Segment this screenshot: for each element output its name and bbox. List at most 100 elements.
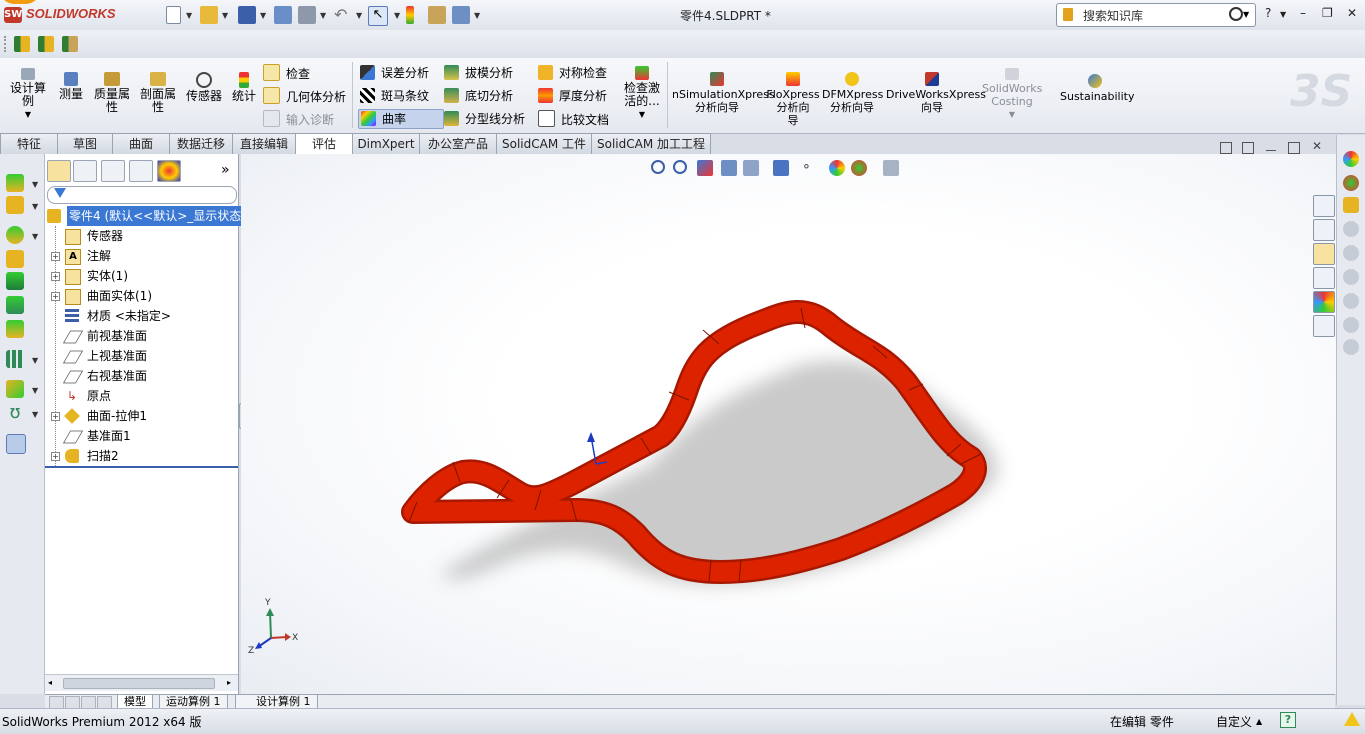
- tab-solidcam-part[interactable]: SolidCAM 工件: [496, 133, 592, 154]
- section-properties-button[interactable]: 剖面属 性: [138, 72, 178, 114]
- curves-icon[interactable]: ʊ: [6, 404, 24, 422]
- pane-icon-9[interactable]: [1343, 339, 1359, 355]
- solidworks-resources-icon[interactable]: [1313, 195, 1335, 217]
- undo-icon[interactable]: ↶: [334, 6, 352, 24]
- pane-icon-6[interactable]: [1343, 269, 1359, 285]
- viewport-minimize-icon[interactable]: [1266, 150, 1276, 151]
- search-box[interactable]: 搜索知识库 ▼: [1056, 3, 1256, 27]
- quick-tips-icon[interactable]: ?: [1280, 712, 1296, 728]
- study-icon-1[interactable]: [14, 36, 30, 52]
- floxpress-button[interactable]: FloXpress 分析向 导: [766, 72, 820, 127]
- select-dropdown-icon[interactable]: ▼: [394, 11, 400, 20]
- featuremanager-tree-tab-icon[interactable]: [47, 160, 71, 182]
- boundary-icon[interactable]: [6, 272, 24, 290]
- tree-filter-input[interactable]: [47, 186, 237, 204]
- rebuild-warning-icon[interactable]: [1344, 712, 1360, 726]
- dropdown-icon[interactable]: ▼: [32, 410, 38, 419]
- viewport-restore-icon[interactable]: [1288, 142, 1300, 154]
- help-button[interactable]: ?: [1265, 6, 1271, 20]
- expand-icon[interactable]: +: [51, 452, 60, 461]
- open-folder-icon[interactable]: [200, 6, 218, 24]
- tab-motion-study-1[interactable]: 运动算例 1: [159, 695, 228, 709]
- draft-analysis-button[interactable]: 拔模分析: [444, 64, 513, 82]
- displaymanager-tab-icon[interactable]: [157, 160, 181, 182]
- tab-direct-editing[interactable]: 直接编辑: [232, 133, 296, 154]
- restore-button[interactable]: ❐: [1322, 6, 1333, 20]
- save-icon[interactable]: [238, 6, 256, 24]
- split-icon[interactable]: [1242, 142, 1254, 154]
- tab-model[interactable]: 模型: [117, 695, 153, 709]
- curvature-button[interactable]: 曲率: [358, 109, 444, 129]
- tab-sketch[interactable]: 草图: [57, 133, 113, 154]
- parting-line-analysis-button[interactable]: 分型线分析: [444, 110, 525, 128]
- search-icon[interactable]: [1229, 7, 1243, 21]
- simulationxpress-button[interactable]: nSimulationXpress 分析向导: [672, 72, 775, 114]
- instant3d-icon[interactable]: [6, 434, 26, 454]
- zebra-stripes-button[interactable]: 斑马条纹: [360, 87, 429, 105]
- close-button[interactable]: ✕: [1347, 6, 1357, 20]
- view-palette-icon[interactable]: [1313, 267, 1335, 289]
- design-study-button[interactable]: 设计算 例 ▼: [6, 68, 50, 121]
- undo-dropdown-icon[interactable]: ▼: [356, 11, 362, 20]
- save-dropdown-icon[interactable]: ▼: [260, 11, 266, 20]
- custom-properties-icon[interactable]: [1313, 315, 1335, 337]
- undercut-analysis-button[interactable]: 底切分析: [444, 87, 513, 105]
- expand-icon[interactable]: +: [51, 272, 60, 281]
- decals-icon[interactable]: [1343, 197, 1359, 213]
- appearances-scenes-icon[interactable]: [1313, 291, 1335, 313]
- mass-properties-button[interactable]: 质量属 性: [92, 72, 132, 114]
- statistics-button[interactable]: 统计: [230, 72, 258, 103]
- select-arrow-icon[interactable]: ↖: [368, 6, 388, 26]
- fillet-icon[interactable]: [6, 226, 24, 244]
- tab-design-study-1[interactable]: 设计算例 1: [235, 695, 318, 709]
- loft-icon[interactable]: [6, 250, 24, 268]
- driveworksxpress-button[interactable]: DriveWorksXpress 向导: [886, 72, 986, 114]
- printer-icon[interactable]: [298, 6, 316, 24]
- scroll-left-icon[interactable]: ◂: [48, 678, 52, 687]
- pattern-icon[interactable]: [6, 350, 24, 368]
- tab-features[interactable]: 特征: [0, 133, 58, 154]
- print-icon[interactable]: [274, 6, 292, 24]
- tab-evaluate[interactable]: 评估: [295, 133, 353, 155]
- tab-dimxpert[interactable]: DimXpert: [352, 133, 420, 154]
- pane-icon-8[interactable]: [1343, 317, 1359, 333]
- tab-office-products[interactable]: 办公室产品: [419, 133, 497, 154]
- geometry-analysis-button[interactable]: 几何体分析: [263, 87, 346, 105]
- scroll-thumb[interactable]: [63, 678, 215, 689]
- minimize-button[interactable]: –: [1300, 6, 1306, 20]
- reference-geometry-icon[interactable]: [6, 380, 24, 398]
- open-dropdown-icon[interactable]: ▼: [222, 11, 228, 20]
- viewport-close-icon[interactable]: ✕: [1312, 139, 1322, 153]
- pane-icon-5[interactable]: [1343, 245, 1359, 261]
- thicken-icon[interactable]: [6, 320, 24, 338]
- toolbar-grip[interactable]: [4, 36, 8, 52]
- unit-dropdown-icon[interactable]: ▲: [1256, 717, 1262, 726]
- expand-icon[interactable]: +: [51, 292, 60, 301]
- help-dropdown-icon[interactable]: ▼: [1280, 10, 1286, 19]
- study-icon-2[interactable]: [38, 36, 54, 52]
- dimxpertmanager-tab-icon[interactable]: [129, 160, 153, 182]
- dropdown-icon[interactable]: ▼: [32, 356, 38, 365]
- scenes-icon[interactable]: [1343, 175, 1359, 191]
- design-library-icon[interactable]: [1313, 219, 1335, 241]
- appearances-icon[interactable]: [1343, 151, 1359, 167]
- solidworks-logo[interactable]: SW SOLIDWORKS: [0, 0, 130, 30]
- new-dropdown-icon[interactable]: ▼: [186, 11, 192, 20]
- model-viewport[interactable]: [241, 154, 1336, 694]
- pane-icon-4[interactable]: [1343, 221, 1359, 237]
- graphics-area[interactable]: ⚬ Y X Z: [241, 154, 1336, 694]
- dropdown-icon[interactable]: ▼: [32, 180, 38, 189]
- unit-system[interactable]: 自定义: [1216, 713, 1252, 730]
- revolve-icon[interactable]: [6, 196, 24, 214]
- sustainability-button[interactable]: Sustainability: [1060, 74, 1134, 103]
- dfmxpress-button[interactable]: DFMXpress 分析向导: [822, 72, 883, 114]
- tab-surfaces[interactable]: 曲面: [112, 133, 170, 154]
- expand-tabs-icon[interactable]: »: [221, 162, 230, 178]
- search-dropdown-icon[interactable]: ▼: [1243, 10, 1249, 19]
- tile-icon[interactable]: [1220, 142, 1232, 154]
- check-button[interactable]: 检查: [263, 64, 310, 82]
- compare-documents-button[interactable]: 比较文档: [538, 110, 609, 128]
- sensor-button[interactable]: 传感器: [184, 72, 224, 103]
- file-properties-icon[interactable]: [428, 6, 446, 24]
- rollback-bar[interactable]: [45, 466, 238, 468]
